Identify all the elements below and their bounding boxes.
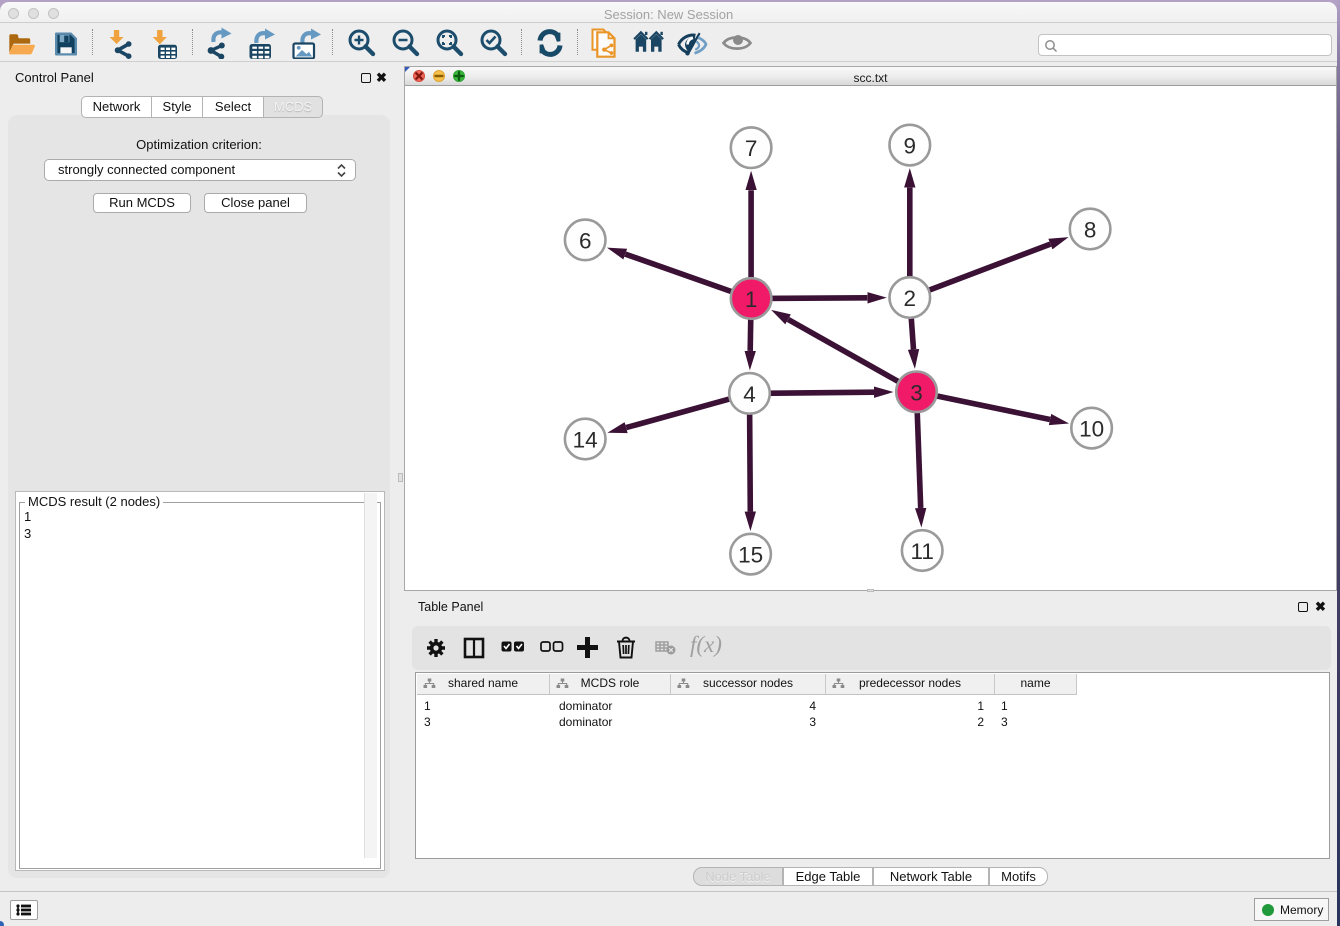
svg-text:9: 9 xyxy=(904,134,917,159)
svg-text:14: 14 xyxy=(573,428,598,453)
svg-text:3: 3 xyxy=(910,380,923,405)
svg-text:11: 11 xyxy=(911,539,934,564)
svg-text:2: 2 xyxy=(904,286,917,311)
svg-text:15: 15 xyxy=(738,543,763,568)
svg-text:7: 7 xyxy=(745,136,758,161)
svg-text:10: 10 xyxy=(1079,417,1104,442)
svg-text:4: 4 xyxy=(743,382,756,407)
svg-text:8: 8 xyxy=(1084,218,1097,243)
svg-text:6: 6 xyxy=(579,228,592,253)
svg-text:1: 1 xyxy=(745,287,758,312)
